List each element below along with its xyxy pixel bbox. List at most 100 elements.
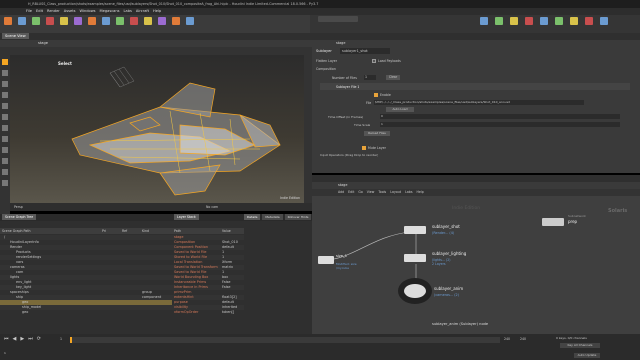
network-menu-help[interactable]: Help (416, 190, 423, 194)
clear-button[interactable]: Clear (386, 75, 400, 80)
spaceship-model[interactable] (10, 55, 304, 203)
start-frame[interactable]: 1 (4, 351, 6, 355)
last-frame-icon[interactable]: ⏭ (28, 336, 33, 342)
network-menu-layout[interactable]: Layout (390, 190, 401, 194)
viewport-tool-icon-11[interactable] (2, 180, 8, 186)
shelf-right-tool-icon-6[interactable] (570, 17, 578, 25)
shelf-right-tool-icon-3[interactable] (525, 17, 533, 25)
layer-stack-row[interactable]: xformOpOrder token[] (172, 310, 244, 315)
network-menu-edit[interactable]: Edit (348, 190, 354, 194)
viewport-path[interactable]: stage (38, 41, 48, 45)
params-path[interactable]: stage (336, 41, 345, 45)
enable-checkbox[interactable] (374, 93, 378, 97)
viewport-tool-icon-5[interactable] (2, 114, 8, 120)
loop-icon[interactable]: ⟳ (37, 336, 41, 342)
network-menu-tools[interactable]: Tools (378, 190, 386, 194)
viewport-tool-icon-8[interactable] (2, 147, 8, 153)
auto-load-button[interactable]: Auto Load (386, 107, 414, 112)
shelf-tool-icon-13[interactable] (186, 17, 194, 25)
menu-megascans[interactable]: Megascans (100, 9, 120, 14)
sublayer-file-block[interactable]: Sublayer File 1 (336, 85, 359, 89)
viewport-tool-icon-2[interactable] (2, 81, 8, 87)
shelf-tool-icon-6[interactable] (88, 17, 96, 25)
shelf-tool-icon-3[interactable] (46, 17, 54, 25)
menu-windows[interactable]: Windows (79, 9, 95, 14)
reload-files-button[interactable]: Reload Files (364, 131, 390, 136)
shelf-tool-icon-4[interactable] (60, 17, 68, 25)
node-sublayer-shot[interactable] (404, 226, 426, 234)
auto-update-button[interactable]: Auto Update (574, 353, 600, 358)
viewport-tool-icon-3[interactable] (2, 92, 8, 98)
shelf-right-tool-icon-0[interactable] (480, 17, 488, 25)
menu-aircraft[interactable]: Aircraft (136, 9, 149, 14)
viewport-tool-icon-4[interactable] (2, 103, 8, 109)
flatten-checkbox[interactable] (372, 59, 376, 63)
shelf-tool-icon-2[interactable] (32, 17, 40, 25)
timeline-end[interactable]: 240 (504, 337, 510, 341)
shelf-right-tool-icon-8[interactable] (600, 17, 608, 25)
viewport-tool-icon-10[interactable] (2, 169, 8, 175)
network-path[interactable]: stage (338, 183, 347, 187)
scene-graph-col-1[interactable]: Pri (100, 228, 120, 234)
scene-graph-col-0[interactable]: Scene Graph Path (0, 228, 100, 234)
node-sublayer-anim[interactable] (398, 278, 432, 304)
timeline-track[interactable] (70, 337, 500, 343)
shelf-tool-icon-11[interactable] (158, 17, 166, 25)
menu-help[interactable]: Help (153, 9, 161, 14)
time-offset-field[interactable]: 0 (380, 114, 620, 119)
shelf-right-tool-icon-5[interactable] (555, 17, 563, 25)
menu-assets[interactable]: Assets (64, 9, 76, 14)
shelf-right-tool-icon-7[interactable] (585, 17, 593, 25)
tab-scene-view[interactable]: Scene View (2, 33, 29, 39)
first-frame-icon[interactable]: ⏮ (4, 336, 9, 342)
shelf-tool-icon-0[interactable] (4, 17, 12, 25)
shelf-right-tool-icon-4[interactable] (540, 17, 548, 25)
mute-layer-checkbox[interactable] (362, 146, 366, 150)
current-frame[interactable]: 1 (60, 337, 62, 341)
menu-render[interactable]: Render (47, 9, 60, 14)
viewport-tool-icon-1[interactable] (2, 70, 8, 76)
viewport-tool-icon-6[interactable] (2, 125, 8, 131)
viewport-tool-icon-0[interactable] (2, 59, 8, 65)
layer-stack-col-1[interactable]: Value (220, 228, 244, 234)
shelf-tool-icon-7[interactable] (102, 17, 110, 25)
shelf-tool-icon-5[interactable] (74, 17, 82, 25)
file-path-field[interactable]: $HIP/../../../_Class_production/shots/ex… (374, 100, 584, 105)
viewport-persp[interactable]: Persp (14, 205, 23, 209)
network-menu-labs[interactable]: Labs (405, 190, 412, 194)
play-back-icon[interactable]: ◀ (13, 336, 17, 342)
timeline-end-2[interactable]: 240 (520, 337, 526, 341)
shelf-tool-icon-12[interactable] (172, 17, 180, 25)
scene-graph-col-3[interactable]: Kind (140, 228, 172, 234)
timeline-cursor[interactable] (70, 337, 72, 343)
viewport-canvas[interactable]: Select Indie Edition (10, 55, 304, 203)
menu-labs[interactable]: Labs (124, 9, 132, 14)
num-files-field[interactable]: 1 (364, 75, 376, 80)
scene-graph-col-2[interactable]: Ref (120, 228, 140, 234)
shelf-right-tool-icon-1[interactable] (495, 17, 503, 25)
shelf-tab[interactable] (318, 16, 358, 22)
menu-edit[interactable]: Edit (36, 9, 43, 14)
tab-scene-graph-tree[interactable]: Scene Graph Tree (2, 214, 37, 220)
node-sublayer-lighting[interactable] (404, 254, 426, 262)
scene-graph-row[interactable]: geo (0, 310, 172, 315)
layer-stack-col-0[interactable]: Path (172, 228, 220, 234)
key-all-button[interactable]: Key All Channels (560, 343, 600, 348)
node-name-field[interactable]: sublayer1_shot (340, 48, 390, 54)
shelf-right-tool-icon-2[interactable] (510, 17, 518, 25)
shelf-tool-icon-8[interactable] (116, 17, 124, 25)
tab-rollover-hints[interactable]: Rollover Hints (284, 214, 312, 220)
node-size-1[interactable] (318, 256, 334, 264)
play-icon[interactable]: ▶ (20, 336, 24, 342)
node-prep[interactable] (542, 218, 564, 226)
network-menu-view[interactable]: View (367, 190, 375, 194)
viewport-cam[interactable]: No cam (206, 205, 218, 209)
shelf-tool-icon-1[interactable] (18, 17, 26, 25)
tab-metadata[interactable]: Metadata (262, 214, 283, 220)
time-scale-field[interactable]: 1 (380, 122, 620, 127)
tab-details[interactable]: Details (244, 214, 261, 220)
menu-file[interactable]: File (26, 9, 32, 14)
viewport-tool-icon-7[interactable] (2, 136, 8, 142)
shelf-tool-icon-9[interactable] (130, 17, 138, 25)
network-menu-go[interactable]: Go (358, 190, 362, 194)
